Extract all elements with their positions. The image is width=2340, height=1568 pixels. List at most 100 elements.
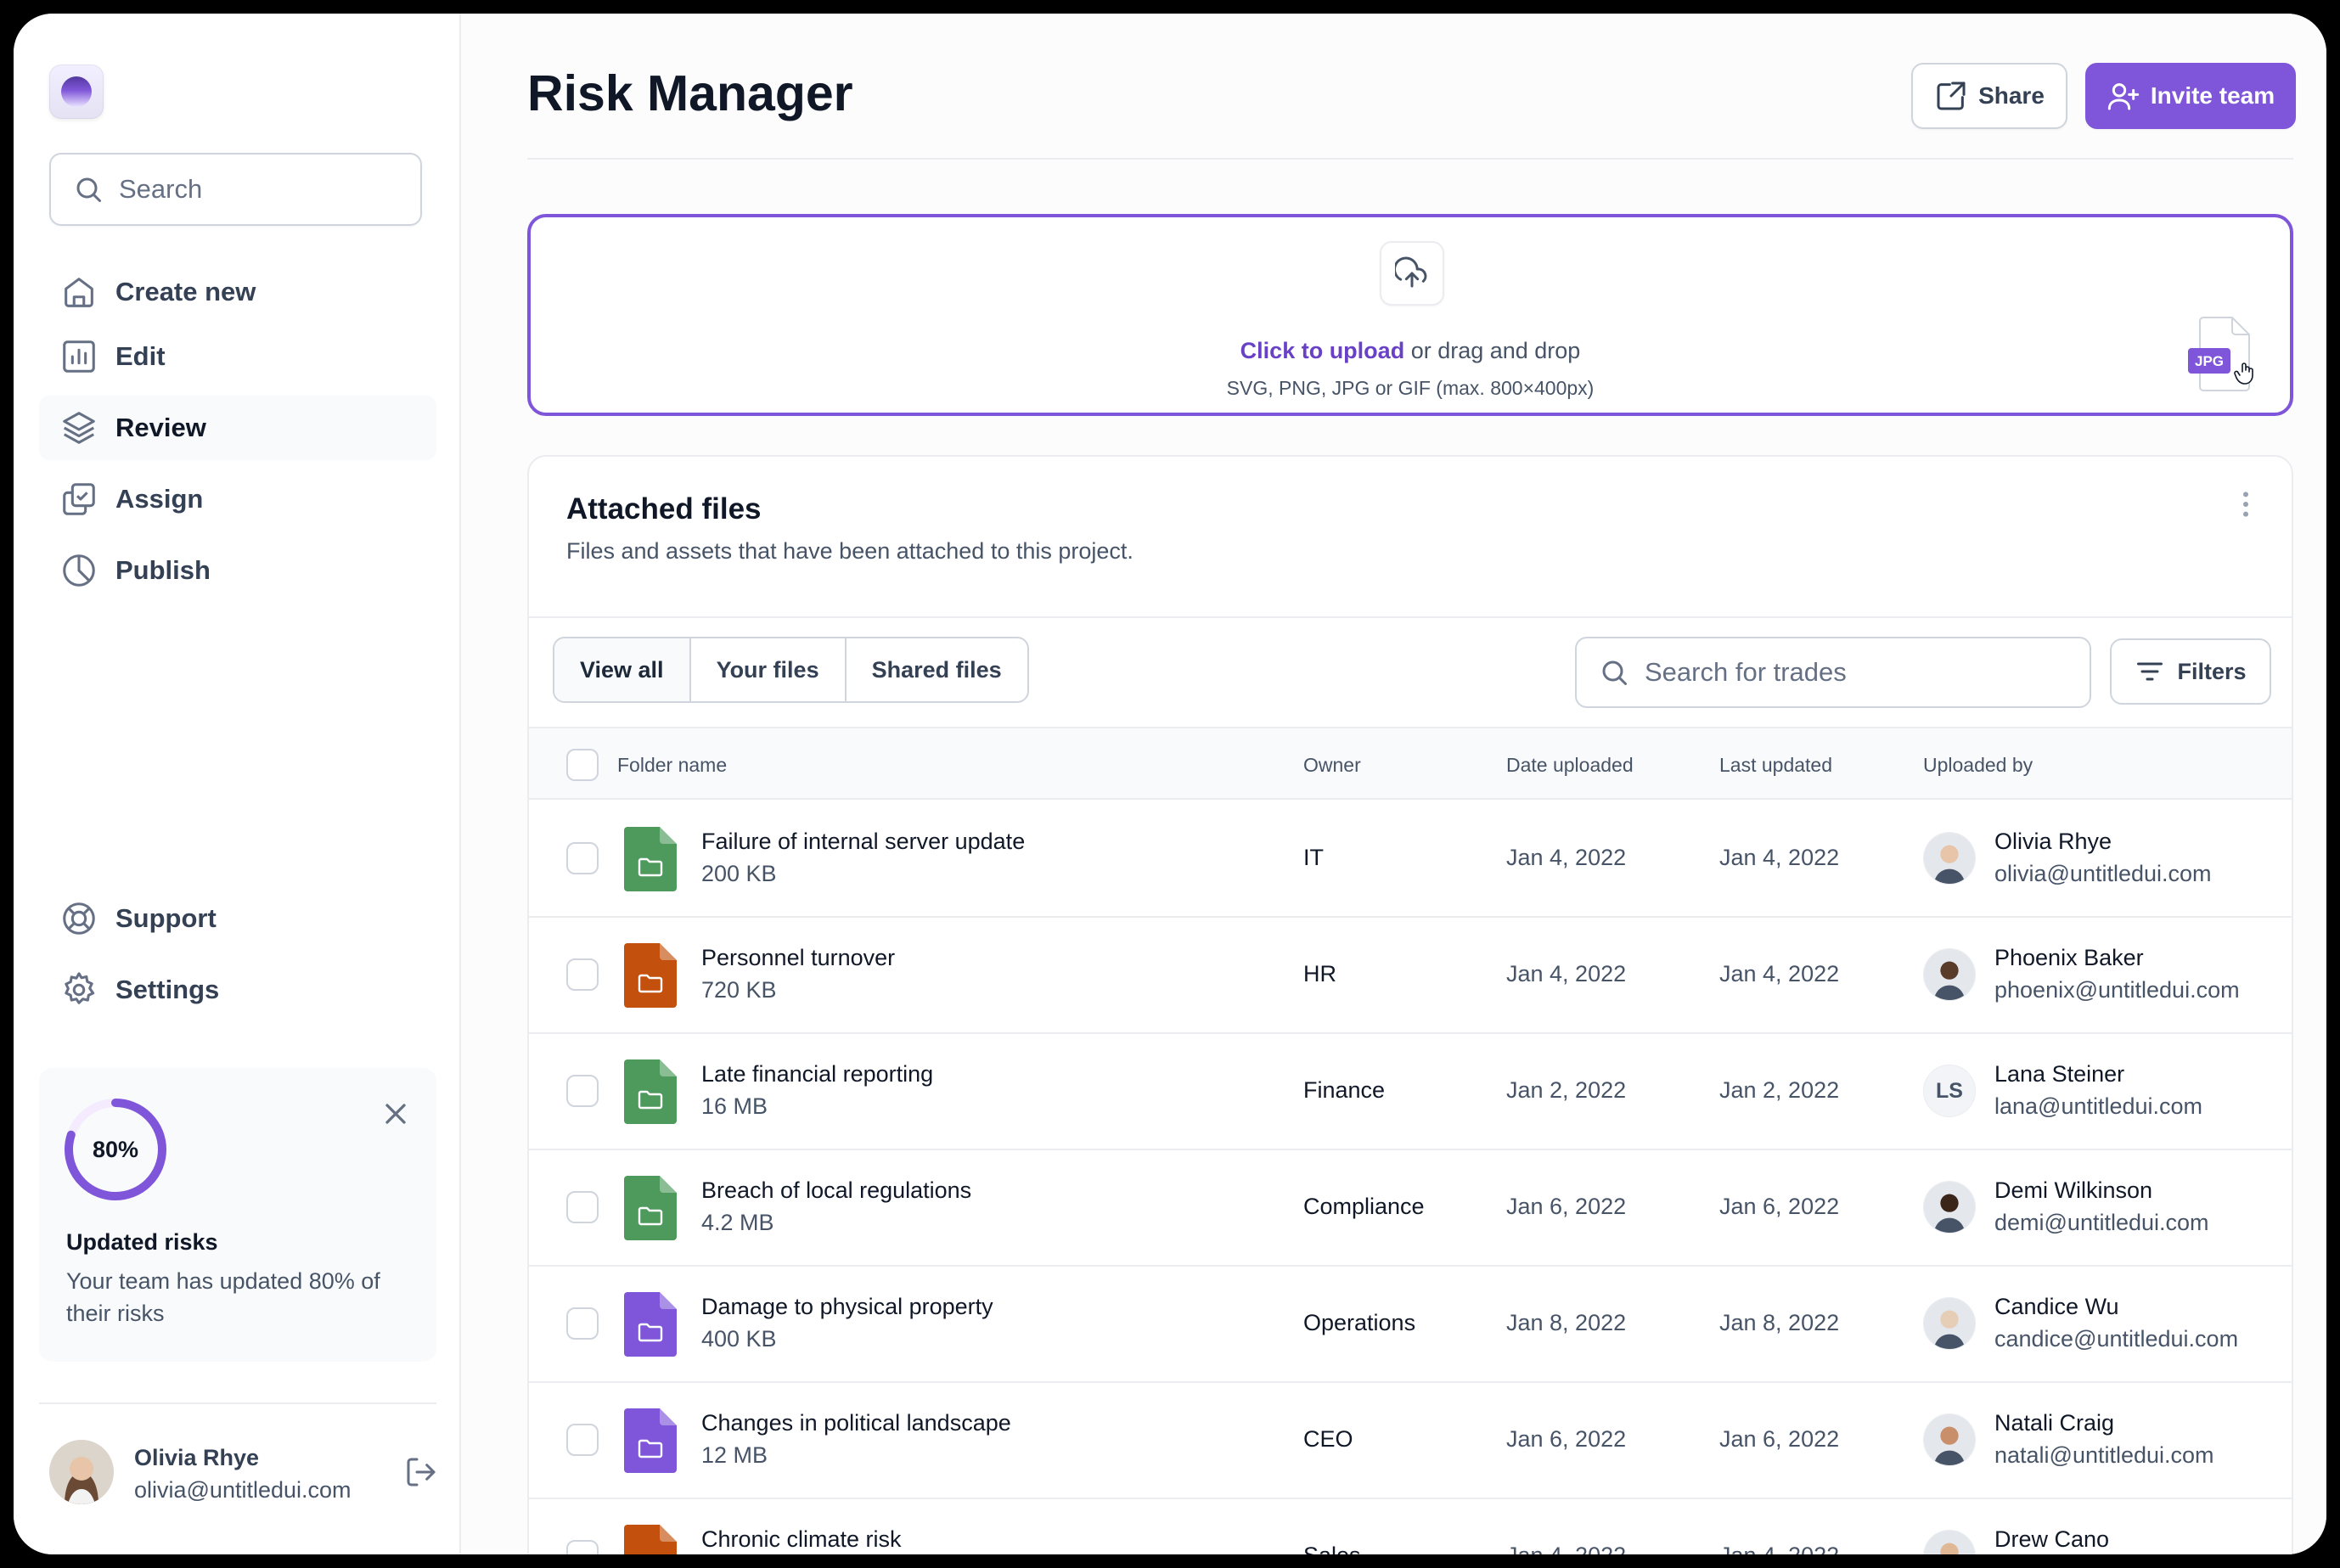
file-name[interactable]: Chronic climate risk (701, 1526, 902, 1553)
sidebar-item-label: Publish (115, 555, 211, 585)
upload-formats: SVG, PNG, JPG or GIF (max. 800×400px) (1226, 377, 1595, 399)
user-profile: Olivia Rhye olivia@untitledui.com (49, 1440, 436, 1508)
tab-shared-files[interactable]: Shared files (847, 638, 1027, 701)
search-icon (76, 177, 101, 202)
avatar[interactable] (49, 1440, 114, 1504)
file-name[interactable]: Failure of internal server update (701, 829, 1025, 855)
trades-search-placeholder: Search for trades (1645, 657, 1847, 687)
sidebar-item-review[interactable]: Review (39, 396, 436, 460)
avatar[interactable] (1923, 832, 1976, 885)
file-size: 12 MB (701, 1442, 768, 1468)
sidebar-divider (39, 1402, 436, 1404)
last-updated: Jan 4, 2022 (1719, 845, 1840, 870)
file-name[interactable]: Personnel turnover (701, 945, 895, 971)
share-label: Share (1978, 82, 2045, 109)
avatar[interactable] (1923, 1413, 1976, 1466)
invite-team-button[interactable]: Invite team (2085, 63, 2296, 129)
sidebar-item-assign[interactable]: Assign (39, 467, 436, 531)
file-size: 400 KB (701, 1326, 777, 1352)
file-owner: HR (1303, 961, 1336, 986)
table-row[interactable]: Damage to physical property 400 KB Operati… (529, 1267, 2292, 1383)
avatar[interactable] (1923, 1297, 1976, 1350)
life-buoy-icon (63, 902, 95, 935)
avatar-initials: LS (1936, 1078, 1963, 1103)
close-icon[interactable] (379, 1097, 413, 1131)
select-all-checkbox[interactable] (566, 749, 599, 781)
logout-icon[interactable] (404, 1455, 438, 1489)
table-row[interactable]: Changes in political landscape 12 MB CEO Ja… (529, 1383, 2292, 1499)
filters-label: Filters (2177, 658, 2247, 684)
upload-instructions: Click to upload or drag and drop (531, 338, 2290, 364)
table-row[interactable]: Breach of local regulations 4.2 MB Complia… (529, 1150, 2292, 1267)
home-icon (65, 278, 93, 307)
file-size: 4.2 MB (701, 1210, 774, 1235)
date-uploaded: Jan 8, 2022 (1506, 1310, 1627, 1335)
file-owner: IT (1303, 845, 1324, 870)
uploader-email: natali@untitledui.com (1994, 1442, 2214, 1468)
file-size: 720 KB (701, 977, 777, 1003)
row-checkbox[interactable] (566, 1191, 599, 1223)
file-name[interactable]: Late financial reporting (701, 1061, 933, 1087)
uploader-name: Candice Wu (1994, 1294, 2119, 1319)
avatar[interactable]: LS (1923, 1065, 1976, 1117)
share-button[interactable]: Share (1911, 63, 2067, 129)
table-row[interactable]: Chronic climate risk18.6 MBSalesJan 4, 2… (529, 1499, 2292, 1554)
column-header-folder-name[interactable]: Folder name (617, 754, 727, 777)
table-row[interactable]: Failure of internal server update 200 KB I… (529, 801, 2292, 918)
sidebar-item-publish[interactable]: Publish (39, 538, 436, 603)
section-subtitle: Files and assets that have been attached… (566, 538, 1133, 564)
uploader-email: phoenix@untitledui.com (1994, 977, 2240, 1003)
sidebar-item-create-new[interactable]: Create new (39, 260, 436, 324)
avatar[interactable] (1923, 1181, 1976, 1234)
upload-cloud-icon (1380, 241, 1444, 306)
folder-file-icon (624, 1292, 677, 1357)
row-checkbox[interactable] (566, 1307, 599, 1340)
column-header-owner[interactable]: Owner (1303, 754, 1361, 777)
date-uploaded: Jan 6, 2022 (1506, 1426, 1627, 1452)
avatar[interactable] (1923, 948, 1976, 1001)
file-size: 200 KB (701, 861, 777, 886)
column-header-date-uploaded[interactable]: Date uploaded (1506, 754, 1634, 777)
last-updated: Jan 4, 2022 (1719, 961, 1840, 986)
date-uploaded: Jan 6, 2022 (1506, 1194, 1627, 1219)
column-header-uploaded-by[interactable]: Uploaded by (1923, 754, 2033, 777)
file-name[interactable]: Changes in political landscape (701, 1410, 1011, 1436)
sidebar-item-settings[interactable]: Settings (39, 958, 436, 1022)
folder-file-icon (624, 1408, 677, 1473)
table-row[interactable]: Personnel turnover 720 KB HR Jan 4, 2022 Jan… (529, 918, 2292, 1034)
date-uploaded: Jan 4, 2022 (1506, 1543, 1626, 1554)
avatar[interactable] (1923, 1530, 1976, 1554)
filters-button[interactable]: Filters (2110, 638, 2271, 705)
row-checkbox[interactable] (566, 958, 599, 991)
click-to-upload-link[interactable]: Click to upload (1240, 338, 1405, 363)
row-checkbox[interactable] (566, 1075, 599, 1107)
row-checkbox[interactable] (566, 1540, 599, 1554)
sidebar-item-support[interactable]: Support (39, 886, 436, 951)
last-updated: Jan 6, 2022 (1719, 1426, 1840, 1452)
gear-icon (65, 972, 95, 1004)
tab-your-files[interactable]: Your files (691, 638, 847, 701)
sidebar-search-input[interactable]: Search (49, 153, 422, 226)
app-logo[interactable] (49, 65, 104, 119)
row-checkbox[interactable] (566, 1424, 599, 1456)
uploader-email: olivia@untitledui.com (1994, 861, 2212, 886)
progress-value: 80% (92, 1136, 139, 1162)
row-checkbox[interactable] (566, 842, 599, 874)
date-uploaded: Jan 4, 2022 (1506, 845, 1627, 870)
file-size: 16 MB (701, 1093, 768, 1119)
sidebar-search-placeholder: Search (119, 174, 203, 204)
uploader-name: Lana Steiner (1994, 1061, 2125, 1087)
file-name[interactable]: Damage to physical property (701, 1294, 993, 1320)
tab-view-all[interactable]: View all (554, 638, 691, 701)
file-name[interactable]: Breach of local regulations (701, 1177, 971, 1204)
file-upload-dropzone[interactable]: Click to upload or drag and drop SVG, PN… (527, 214, 2293, 416)
last-updated: Jan 6, 2022 (1719, 1194, 1840, 1219)
page-title: Risk Manager (527, 65, 853, 121)
trades-search-input[interactable]: Search for trades (1575, 637, 2091, 708)
more-vertical-icon[interactable] (2229, 487, 2263, 521)
uploader-name: Olivia Rhye (1994, 829, 2112, 854)
column-header-last-updated[interactable]: Last updated (1719, 754, 1832, 777)
table-row[interactable]: Late financial reporting 16 MB Finance Jan … (529, 1034, 2292, 1150)
sidebar-item-edit[interactable]: Edit (39, 324, 436, 389)
folder-file-icon (624, 1176, 677, 1240)
